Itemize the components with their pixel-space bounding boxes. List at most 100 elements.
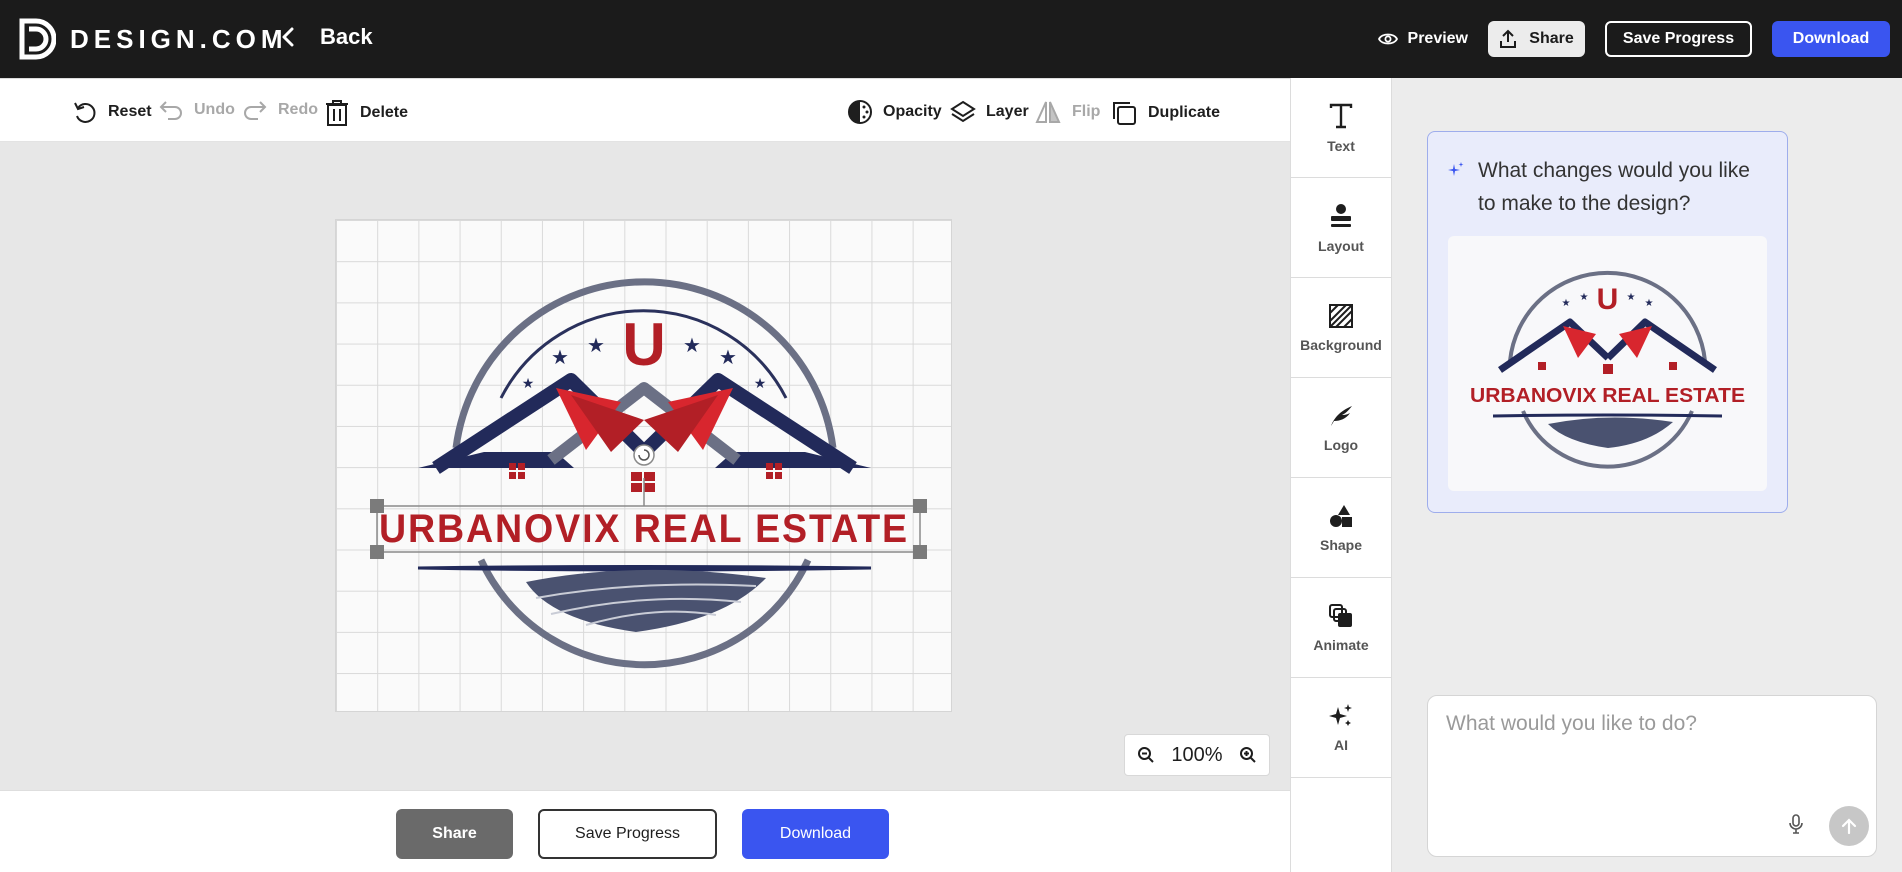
preview-label: Preview: [1407, 30, 1468, 47]
sidebar-item-animate[interactable]: Animate: [1291, 578, 1391, 678]
flip-icon: [1035, 101, 1061, 123]
share-button[interactable]: Share: [1488, 21, 1585, 57]
star: ★: [719, 347, 737, 369]
ai-prompt-text: What changes would you like to make to t…: [1478, 159, 1750, 215]
swoosh: [417, 565, 872, 572]
opacity-icon: [848, 100, 872, 124]
sparkle-icon: [1448, 162, 1464, 176]
design-preview-thumbnail[interactable]: ★ ★ ★ ★ U URBANOVIX REAL ESTATE: [1448, 236, 1767, 491]
flip-label: Flip: [1072, 103, 1101, 120]
urbanovix-logo[interactable]: ★ ★ ★ ★ ★ ★ U URBANOVIX REAL ESTATE: [336, 220, 952, 712]
edit-toolbar: Reset Undo Redo Delete Opacity Layer Fli…: [0, 78, 1290, 142]
redo-label: Redo: [278, 101, 318, 118]
sidebar-label-animate: Animate: [1313, 636, 1369, 653]
save-progress-button[interactable]: Save Progress: [1605, 21, 1752, 57]
bottom-share-button[interactable]: Share: [396, 809, 513, 859]
opacity-label: Opacity: [883, 103, 942, 120]
sidebar-item-layout[interactable]: Layout: [1291, 178, 1391, 278]
trash-icon: [326, 100, 348, 126]
sidebar-label-text: Text: [1327, 137, 1355, 154]
bottom-save-progress-button[interactable]: Save Progress: [538, 809, 717, 859]
eye-icon: [1377, 33, 1398, 45]
preview-button[interactable]: Preview: [1364, 21, 1482, 57]
preview-roof-left: [1498, 318, 1611, 373]
preview-letter: U: [1597, 283, 1619, 316]
preview-star: ★: [1645, 298, 1654, 309]
arrow-up-icon: [1841, 818, 1857, 835]
resize-handle: [370, 545, 384, 559]
logo-letter: U: [622, 311, 665, 378]
bottom-download-button[interactable]: Download: [742, 809, 889, 859]
duplicate-icon: [1113, 102, 1136, 125]
bottom-bar: Share Save Progress Download: [0, 790, 1290, 872]
rotate-handle: [633, 444, 655, 466]
shape-icon: [1330, 504, 1352, 527]
delete-button[interactable]: Delete: [324, 99, 408, 127]
layers-icon: [950, 100, 976, 123]
zoom-in-icon[interactable]: [1239, 746, 1257, 764]
sidebar-label-logo: Logo: [1323, 436, 1359, 453]
star: ★: [683, 335, 701, 357]
sidebar-item-ai[interactable]: AI: [1291, 678, 1391, 778]
brand[interactable]: DESIGN.COM: [18, 17, 288, 61]
undo-label: Undo: [194, 101, 235, 118]
text-icon: [1329, 103, 1353, 128]
duplicate-button[interactable]: Duplicate: [1110, 99, 1220, 127]
zoom-out-icon[interactable]: [1137, 746, 1155, 764]
zoom-control: 100%: [1124, 734, 1270, 776]
preview-window: [1603, 364, 1613, 374]
redo-icon: [244, 101, 267, 120]
sidebar-label-shape: Shape: [1319, 536, 1362, 553]
background-icon: [1329, 303, 1353, 328]
layer-label: Layer: [986, 103, 1029, 120]
preview-star: ★: [1627, 292, 1636, 303]
brand-name: DESIGN.COM: [70, 23, 288, 54]
flip-button[interactable]: Flip: [1034, 99, 1100, 125]
preview-star: ★: [1580, 292, 1589, 303]
animate-icon: [1329, 603, 1352, 627]
sidebar-label-background: Background: [1300, 336, 1382, 353]
ai-message-card: What changes would you like to make to t…: [1427, 131, 1788, 513]
layout-icon: [1331, 203, 1351, 227]
canvas-area: ★ ★ ★ ★ ★ ★ U URBANOVIX REAL ESTATE 100%: [0, 142, 1290, 790]
resize-handle: [913, 499, 927, 513]
sidebar-item-background[interactable]: Background: [1291, 278, 1391, 378]
resize-handle: [913, 545, 927, 559]
sidebar-label-ai: AI: [1334, 736, 1348, 753]
logo-icon: [1331, 405, 1352, 426]
sidebar-item-shape[interactable]: Shape: [1291, 478, 1391, 578]
chevron-left-icon: [282, 27, 294, 47]
upload-icon: [1500, 29, 1517, 48]
preview-logo: ★ ★ ★ ★ U URBANOVIX REAL ESTATE: [1470, 270, 1745, 469]
microphone-icon[interactable]: [1788, 814, 1804, 834]
back-button[interactable]: Back: [282, 24, 373, 50]
reset-button[interactable]: Reset: [72, 99, 152, 125]
preview-field: [1548, 417, 1673, 448]
reset-label: Reset: [108, 103, 152, 120]
chat-input-box: [1427, 695, 1877, 857]
star: ★: [587, 335, 605, 357]
undo-button[interactable]: Undo: [158, 99, 235, 121]
layer-button[interactable]: Layer: [950, 99, 1029, 125]
top-bar: DESIGN.COM Back Preview Share Save Progr…: [0, 0, 1902, 78]
delete-label: Delete: [360, 104, 409, 121]
star: ★: [551, 347, 569, 369]
preview-roof-right: [1605, 318, 1717, 373]
preview-swoosh: [1492, 413, 1723, 418]
ai-sparkle-icon: [1329, 703, 1352, 726]
redo-button[interactable]: Redo: [242, 99, 318, 121]
undo-icon: [159, 101, 182, 120]
chat-input[interactable]: [1446, 712, 1856, 792]
send-button[interactable]: [1829, 806, 1869, 846]
window: [631, 472, 655, 492]
design-com-logo-icon: [19, 18, 56, 60]
sidebar-item-text[interactable]: Text: [1291, 78, 1391, 178]
sidebar-label-layout: Layout: [1318, 237, 1364, 254]
sidebar-item-logo[interactable]: Logo: [1291, 378, 1391, 478]
opacity-button[interactable]: Opacity: [847, 99, 942, 125]
reset-icon: [74, 102, 96, 123]
resize-handle: [370, 499, 384, 513]
top-actions: Preview Share Save Progress Download: [1364, 21, 1890, 57]
download-button[interactable]: Download: [1772, 21, 1890, 57]
artboard[interactable]: ★ ★ ★ ★ ★ ★ U URBANOVIX REAL ESTATE: [335, 219, 952, 712]
